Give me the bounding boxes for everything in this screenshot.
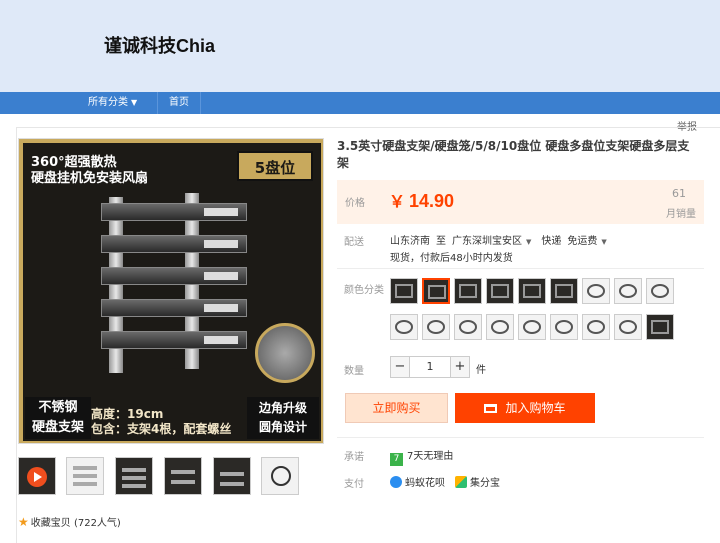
color-option[interactable] <box>582 278 610 304</box>
ship-fee[interactable]: 免运费 <box>567 236 597 247</box>
drive-slot <box>101 299 247 317</box>
thumbnail[interactable] <box>164 457 202 495</box>
color-option[interactable] <box>614 278 642 304</box>
color-option[interactable] <box>550 314 578 340</box>
image-bay-badge: 5盘位 <box>237 151 313 181</box>
divider <box>337 437 704 438</box>
image-corner-label: 边角升级 圆角设计 <box>247 397 319 439</box>
favorite-label: 收藏宝贝 (722人气) <box>30 518 121 529</box>
image-spec-text: 高度：19cm 包含：支架4根，配套螺丝 <box>91 407 232 436</box>
color-option[interactable] <box>582 314 610 340</box>
seven-day-icon: 7 <box>390 453 403 466</box>
star-icon: ★ <box>18 515 29 529</box>
add-to-cart-label: 加入购物车 <box>505 401 566 415</box>
favorite-button[interactable]: ★ 收藏宝贝 (722人气) <box>18 514 121 529</box>
color-option[interactable] <box>422 314 450 340</box>
color-option[interactable] <box>646 278 674 304</box>
ship-from: 山东济南 <box>390 236 430 247</box>
quantity-input[interactable]: 1 <box>410 356 450 378</box>
drive-slot <box>101 235 247 253</box>
monthly-sales-label: 月销量 <box>666 209 696 220</box>
shop-navbar: 所有分类 ▼ 首页 <box>0 92 720 114</box>
drive-slot <box>101 203 247 221</box>
color-option-selected[interactable] <box>422 278 450 304</box>
payment-methods: 蚂蚁花呗 集分宝 <box>390 474 500 489</box>
divider <box>337 268 704 269</box>
promise-label: 承诺 <box>344 452 364 463</box>
color-option[interactable] <box>518 278 546 304</box>
monthly-sales-count: 61 <box>672 187 686 200</box>
ship-destination[interactable]: 广东深圳宝安区 <box>452 236 522 247</box>
quantity-decrease-button[interactable]: − <box>390 356 410 378</box>
shipping-note: 现货，付款后48小时内发货 <box>390 253 513 264</box>
promise-text: 7天无理由 <box>407 451 454 462</box>
buy-now-button[interactable]: 立即购买 <box>345 393 448 423</box>
thumbnail[interactable] <box>66 457 104 495</box>
destination-dropdown-icon[interactable]: ▼ <box>526 238 531 246</box>
quantity-label: 数量 <box>344 366 364 377</box>
shop-name[interactable]: 谨诚科技Chia <box>104 32 215 58</box>
color-option[interactable] <box>454 278 482 304</box>
color-option[interactable] <box>614 314 642 340</box>
jifenbao-icon <box>455 476 467 488</box>
shipping-label: 配送 <box>344 237 364 248</box>
color-options <box>390 278 680 342</box>
color-option[interactable] <box>390 278 418 304</box>
color-option[interactable] <box>486 278 514 304</box>
ship-to-word: 至 <box>436 236 446 247</box>
nav-all-categories[interactable]: 所有分类 ▼ <box>88 92 137 114</box>
payment-method[interactable]: 蚂蚁花呗 <box>405 478 445 489</box>
price-box: 价格 ￥ 14.90 61 月销量 <box>337 180 704 224</box>
product-title: 3.5英寸硬盘支架/硬盘笼/5/8/10盘位 硬盘多盘位支架硬盘多层支架 <box>337 139 690 170</box>
color-option[interactable] <box>454 314 482 340</box>
color-option[interactable] <box>486 314 514 340</box>
color-option[interactable] <box>646 314 674 340</box>
shipping-dropdown-icon[interactable]: ▼ <box>601 238 606 246</box>
color-option[interactable] <box>390 314 418 340</box>
thumbnail-video[interactable] <box>18 457 56 495</box>
price-value: ￥ 14.90 <box>389 191 455 211</box>
price-label: 价格 <box>345 198 365 209</box>
drive-rack-illustration <box>89 193 259 373</box>
nav-all-categories-label: 所有分类 <box>88 97 128 108</box>
quantity-unit: 件 <box>476 365 486 376</box>
payment-label: 支付 <box>344 479 364 490</box>
drive-slot <box>101 267 247 285</box>
play-icon <box>27 467 47 487</box>
add-to-cart-button[interactable]: 加入购物车 <box>455 393 595 423</box>
image-text-line2: 硬盘挂机免安装风扇 <box>31 171 149 186</box>
color-option[interactable] <box>550 278 578 304</box>
image-material-label: 不锈钢 硬盘支架 <box>25 397 91 439</box>
cart-icon <box>484 404 498 413</box>
color-option[interactable] <box>518 314 546 340</box>
drive-slot <box>101 331 247 349</box>
shipping-line: 山东济南至广东深圳宝安区 ▼ 快递 免运费 ▼ <box>390 232 617 247</box>
thumbnail[interactable] <box>261 457 299 495</box>
thumbnail[interactable] <box>213 457 251 495</box>
huabei-icon <box>390 476 402 488</box>
promise-item[interactable]: 7 7天无理由 <box>390 447 453 466</box>
thumbnail[interactable] <box>115 457 153 495</box>
payment-method[interactable]: 集分宝 <box>470 478 500 489</box>
caret-down-icon: ▼ <box>131 98 138 107</box>
color-label: 颜色分类 <box>344 285 384 296</box>
shop-header: 谨诚科技Chia <box>0 0 720 92</box>
ship-method: 快递 <box>541 236 562 247</box>
quantity-increase-button[interactable]: + <box>450 356 470 378</box>
nav-home[interactable]: 首页 <box>157 92 201 114</box>
corner-detail-circle <box>255 323 315 383</box>
product-main-image[interactable]: 360°超强散热 硬盘挂机免安装风扇 5盘位 不锈钢 硬盘支架 高度：19cm 包含… <box>18 138 324 444</box>
